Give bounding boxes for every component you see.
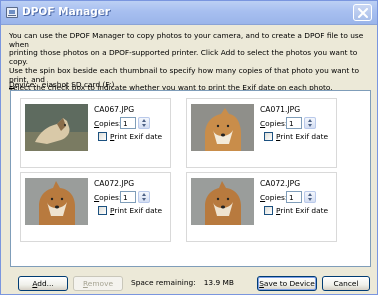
copies-label-text: opies: [265,119,288,128]
photo-item[interactable]: CA072.JPG Copies: 1 Print Exif date [20,172,171,242]
photo-filename: CA067.JPG [94,105,135,114]
footer-bar: Add... Remove Space remaining: 13.9 MB Sa… [1,271,377,295]
photo-thumbnail[interactable] [25,178,88,225]
title-bar[interactable]: DPOF Manager [1,1,377,25]
cancel-button[interactable]: Cancel [322,276,370,291]
print-exif-text: rint Exif date [114,206,163,215]
add-button[interactable]: Add... [18,276,68,291]
remove-button-label: emove [87,279,113,288]
add-button-label: dd... [37,279,54,288]
copies-spin-button[interactable] [138,191,150,203]
print-exif-checkbox[interactable] [264,206,273,215]
print-exif-checkbox[interactable] [98,206,107,215]
save-button-label: ave to Device [263,279,315,288]
photo-item[interactable]: CA067.JPG Copies: 1 Print Exif date [20,98,171,168]
space-remaining-label: Space remaining: [131,278,196,287]
photo-thumbnail[interactable] [191,104,254,151]
window-title: DPOF Manager [22,6,111,18]
photo-item[interactable]: CA072.JPG Copies: 1 Print Exif date [186,172,337,242]
print-exif-text: rint Exif date [280,206,329,215]
device-value: eiashot SD card (F:) [41,80,115,89]
copies-label-text: opies: [265,193,288,202]
copies-spin-button[interactable] [304,191,316,203]
photo-filename: CA072.JPG [94,179,135,188]
device-label: evice: [14,80,37,89]
print-exif-label[interactable]: Print Exif date [276,206,328,215]
copies-spin-button[interactable] [304,117,316,129]
photo-filename: CA072.JPG [260,179,301,188]
copies-label: Copies: [260,119,287,128]
close-icon [358,8,368,18]
photo-thumbnail[interactable] [191,178,254,225]
copies-input[interactable]: 1 [120,191,136,203]
space-remaining: Space remaining: 13.9 MB [131,278,234,287]
copies-label: Copies: [260,193,287,202]
print-exif-checkbox[interactable] [264,132,273,141]
copies-input[interactable]: 1 [286,191,302,203]
instructions-line: printing those photos on a DPOF-supporte… [9,48,358,67]
print-exif-label[interactable]: Print Exif date [276,132,328,141]
save-to-device-button[interactable]: Save to Device [257,276,317,291]
copies-input[interactable]: 1 [120,117,136,129]
photo-list[interactable]: CA067.JPG Copies: 1 Print Exif date CA07… [10,90,371,267]
copies-input[interactable]: 1 [286,117,302,129]
close-button[interactable] [353,4,372,21]
print-exif-checkbox[interactable] [98,132,107,141]
copies-label: Copies: [94,119,121,128]
dpof-manager-window: DPOF Manager You can use the DPOF Manage… [0,0,378,295]
photo-filename: CA071.JPG [260,105,301,114]
copies-spin-button[interactable] [138,117,150,129]
copies-label-text: opies: [99,193,122,202]
app-icon [6,7,18,18]
photo-thumbnail[interactable] [25,104,88,151]
remove-button[interactable]: Remove [73,276,123,291]
print-exif-text: rint Exif date [114,132,163,141]
print-exif-text: rint Exif date [280,132,329,141]
device-row: Device: eiashot SD card (F:) [9,80,114,89]
print-exif-label[interactable]: Print Exif date [110,206,162,215]
instructions-line: You can use the DPOF Manager to copy pho… [9,31,364,49]
photo-item[interactable]: CA071.JPG Copies: 1 Print Exif date [186,98,337,168]
copies-label-text: opies: [99,119,122,128]
copies-label: Copies: [94,193,121,202]
print-exif-label[interactable]: Print Exif date [110,132,162,141]
space-remaining-value: 13.9 MB [203,278,234,287]
